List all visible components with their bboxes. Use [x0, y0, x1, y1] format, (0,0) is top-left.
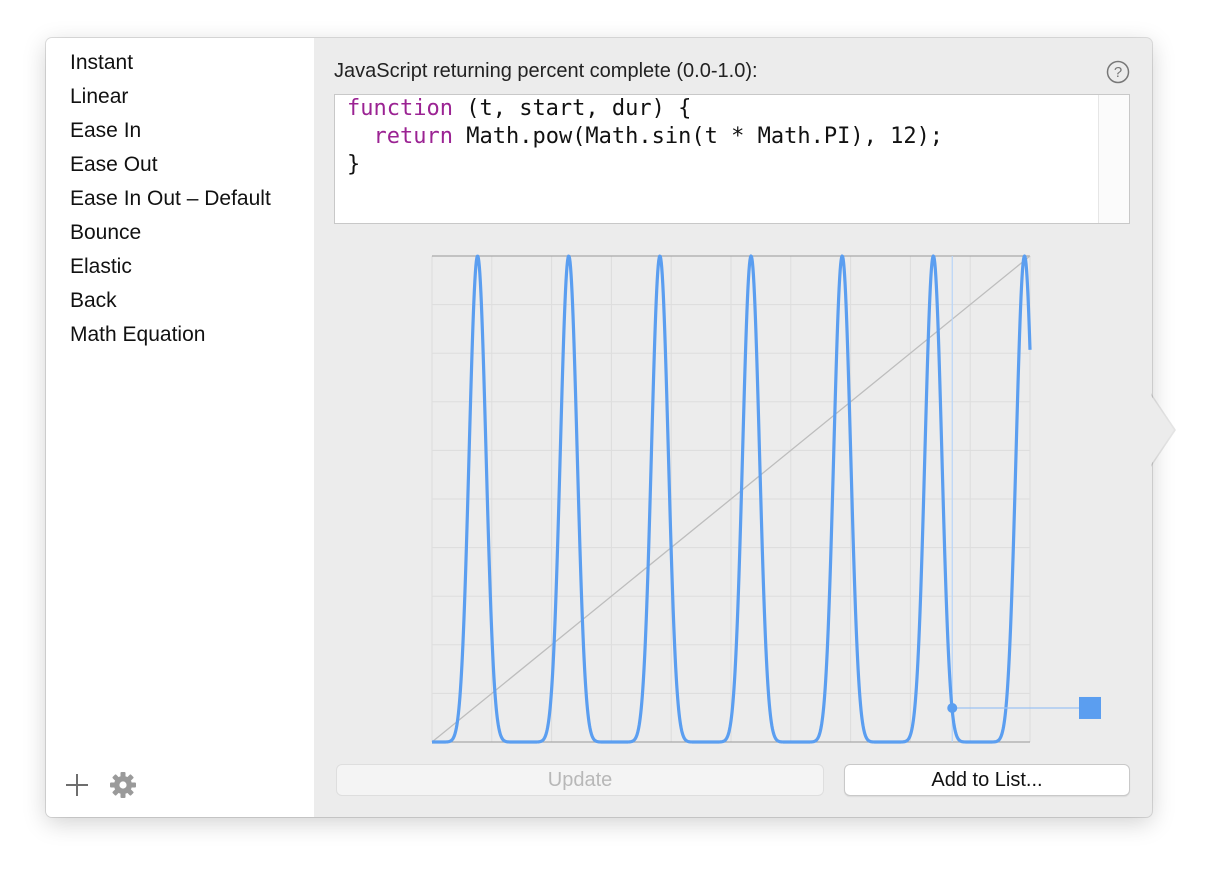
easing-popover: Instant Linear Ease In Ease Out Ease In …	[46, 38, 1176, 817]
preset-item-back[interactable]: Back	[46, 284, 314, 318]
code-keyword-function: function	[347, 96, 453, 121]
code-line2-rest: Math.pow(Math.sin(t * Math.PI), 12);	[452, 124, 944, 149]
equation-editor-panel: JavaScript returning percent complete (0…	[314, 38, 1152, 817]
preset-list: Instant Linear Ease In Ease Out Ease In …	[46, 46, 314, 352]
code-line3: }	[347, 152, 361, 177]
preset-item-math-equation[interactable]: Math Equation	[46, 318, 314, 352]
preset-item-instant[interactable]: Instant	[46, 46, 314, 80]
preset-item-ease-out[interactable]: Ease Out	[46, 148, 314, 182]
playhead-dot	[947, 702, 958, 713]
value-handle[interactable]	[1079, 696, 1101, 719]
preset-item-bounce[interactable]: Bounce	[46, 216, 314, 250]
prompt-label: JavaScript returning percent complete (0…	[334, 60, 758, 82]
easing-chart-svg	[430, 254, 1101, 744]
preset-item-linear[interactable]: Linear	[46, 80, 314, 114]
add-to-list-button[interactable]: Add to List...	[844, 764, 1130, 796]
preset-item-elastic[interactable]: Elastic	[46, 250, 314, 284]
gear-icon[interactable]	[108, 770, 138, 800]
code-line1-rest: (t, start, dur) {	[452, 96, 692, 121]
popover-arrow	[1150, 394, 1174, 466]
update-button[interactable]: Update	[336, 764, 824, 796]
easing-preview-chart	[430, 252, 1150, 752]
help-glyph: ?	[1114, 64, 1122, 81]
sidebar-footer	[62, 770, 138, 800]
question-mark-icon[interactable]: ?	[1106, 60, 1130, 84]
code-editor[interactable]: function (t, start, dur) { return Math.p…	[334, 94, 1130, 224]
preset-item-ease-in-out-default[interactable]: Ease In Out – Default	[46, 182, 314, 216]
code-text[interactable]: function (t, start, dur) { return Math.p…	[347, 95, 943, 179]
plus-icon[interactable]	[62, 770, 92, 800]
preset-item-ease-in[interactable]: Ease In	[46, 114, 314, 148]
code-keyword-return: return	[373, 124, 453, 149]
code-line2-indent	[347, 124, 374, 149]
code-scrollbar[interactable]	[1098, 95, 1129, 223]
preset-sidebar: Instant Linear Ease In Ease Out Ease In …	[46, 38, 314, 817]
